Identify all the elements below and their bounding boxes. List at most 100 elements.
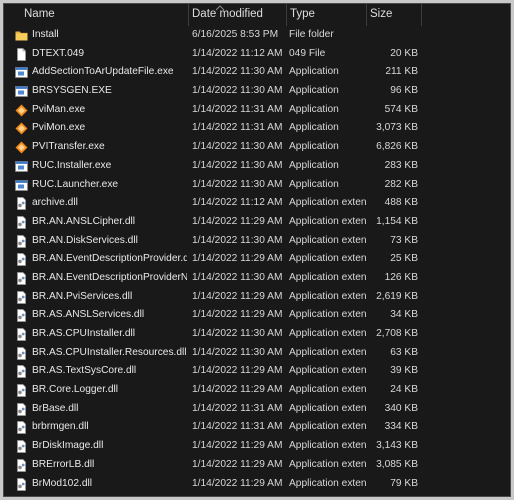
file-row[interactable]: DTEXT.049 1/14/2022 11:12 AM 049 File 20 KB [4,45,510,64]
file-name: BR.AN.ANSLCipher.dll [32,215,136,227]
file-row[interactable]: BR.AS.ANSLServices.dll 1/14/2022 11:29 AM… [4,306,510,325]
file-type: Application extens... [289,215,367,227]
file-type: Application [289,85,339,97]
file-name: brbrmgen.dll [32,421,89,433]
file-name: AddSectionToArUpdateFile.exe [32,66,174,78]
column-header-date[interactable]: Date modified [192,4,287,26]
file-type: Application [289,141,339,153]
file-date: 1/14/2022 11:29 AM [192,384,283,396]
file-name: BR.AN.DiskServices.dll [32,234,138,246]
file-type: Application extens... [289,458,367,470]
file-size: 334 KB [384,421,418,433]
file-row[interactable]: RUC.Launcher.exe 1/14/2022 11:30 AM Applic… [4,176,510,195]
file-name: BR.AN.PviServices.dll [32,290,133,302]
column-header-type[interactable]: Type [290,4,366,26]
file-row[interactable]: BRErrorLB.dll 1/14/2022 11:29 AM Applicati… [4,456,510,475]
file-name: BR.AS.TextSysCore.dll [32,365,137,377]
file-row[interactable]: BrBase.dll 1/14/2022 11:31 AM Application … [4,400,510,419]
file-size: 3,143 KB [376,440,418,452]
dll-icon [15,253,28,267]
file-size: 211 KB [385,66,418,78]
file-type: Application extens... [289,253,367,265]
file-size: 2,708 KB [376,328,418,339]
pvi-icon [15,104,28,117]
file-row[interactable]: BR.AS.CPUInstaller.dll 1/14/2022 11:30 AM… [4,325,510,344]
file-size: 6,826 KB [376,141,418,153]
file-row[interactable]: BR.AN.PviServices.dll 1/14/2022 11:29 AM A… [4,288,510,307]
file-date: 1/14/2022 11:29 AM [192,440,283,452]
file-type: 049 File [289,47,326,59]
column-divider[interactable] [366,4,367,26]
file-type: Application [289,66,339,78]
file-row[interactable]: BR.AS.TextSysCore.dll 1/14/2022 11:29 AM A… [4,362,510,381]
file-name: PviMan.exe [32,103,86,115]
file-type: File folder [289,29,334,40]
file-row[interactable]: RUC.Installer.exe 1/14/2022 11:30 AM Appli… [4,157,510,176]
file-row[interactable]: BR.Core.Logger.dll 1/14/2022 11:29 AM Appl… [4,381,510,400]
dll-icon [15,365,28,379]
file-type: Application extens... [289,384,367,396]
file-size: 24 KB [390,384,418,396]
file-type: Application extens... [289,440,367,452]
file-size: 3,073 KB [376,122,418,134]
file-row[interactable]: BR.AS.CPUInstaller.Resources.dll 1/14/202… [4,344,510,363]
file-size: 126 KB [384,271,418,283]
column-divider[interactable] [286,4,287,26]
file-date: 1/14/2022 11:29 AM [192,309,283,321]
dll-icon [15,346,28,360]
file-date: 1/14/2022 11:29 AM [192,458,283,470]
file-date: 1/14/2022 11:29 AM [192,290,283,302]
file-row[interactable]: AddSectionToArUpdateFile.exe 1/14/2022 11… [4,63,510,82]
file-row[interactable]: BR.AN.ANSLCipher.dll 1/14/2022 11:29 AM Ap… [4,213,510,232]
file-type: Application extens... [289,234,367,246]
file-date: 1/14/2022 11:31 AM [192,421,283,433]
file-row[interactable]: BR.AN.EventDescriptionProvider.dll 1/14/2… [4,250,510,269]
file-size: 79 KB [390,477,418,489]
file-row[interactable]: BR.AN.EventDescriptionProviderNet.dll 1/1… [4,269,510,288]
dll-icon [15,421,28,435]
file-name: DTEXT.049 [32,47,85,59]
dll-icon [15,384,28,397]
file-date: 1/14/2022 11:30 AM [192,328,283,339]
dll-icon [15,328,28,341]
file-row[interactable]: BR.AN.DiskServices.dll 1/14/2022 11:30 AM… [4,232,510,251]
file-type: Application [289,122,339,134]
dll-icon [15,309,28,323]
dll-icon [15,234,28,248]
file-row[interactable]: BrMod102.dll 1/14/2022 11:29 AM Applicatio… [4,475,510,494]
column-header-bar: Name Date modified Type Size [4,4,510,26]
file-date: 1/14/2022 11:30 AM [192,85,283,97]
file-row[interactable]: BrDiskImage.dll 1/14/2022 11:29 AM Applica… [4,437,510,456]
dll-icon [15,197,28,211]
file-type: Application [289,178,339,190]
file-row[interactable]: PviMon.exe 1/14/2022 11:31 AM Application 3… [4,119,510,138]
file-size: 283 KB [384,159,418,171]
column-header-name[interactable]: Name [24,4,187,26]
file-name: BR.AS.CPUInstaller.Resources.dll [32,346,187,358]
dll-icon [15,290,28,304]
file-date: 1/14/2022 11:30 AM [192,271,283,283]
file-date: 6/16/2025 8:53 PM [192,29,279,40]
file-type: Application [289,103,339,115]
file-row[interactable]: brbrmgen.dll 1/14/2022 11:31 AM Applicatio… [4,418,510,437]
file-row[interactable]: archive.dll 1/14/2022 11:12 AM Application… [4,194,510,213]
column-header-size[interactable]: Size [370,4,420,26]
column-divider[interactable] [421,4,422,26]
file-name: BRErrorLB.dll [32,458,95,470]
file-name: PviMon.exe [32,122,86,134]
file-date: 1/14/2022 11:30 AM [192,66,283,78]
file-date: 1/14/2022 11:30 AM [192,141,283,153]
file-row[interactable]: BRSYSGEN.EXE 1/14/2022 11:30 AM Applicatio… [4,82,510,101]
file-size: 3,085 KB [376,458,418,470]
app-icon [15,179,28,192]
file-row[interactable]: PVITransfer.exe 1/14/2022 11:30 AM Applica… [4,138,510,157]
file-date: 1/14/2022 11:30 AM [192,346,283,358]
file-size: 574 KB [384,103,418,115]
file-row[interactable]: Install 6/16/2025 8:53 PM File folder [4,26,510,45]
column-divider[interactable] [188,4,189,26]
file-name: Install [32,29,59,40]
file-row[interactable]: PviMan.exe 1/14/2022 11:31 AM Application 5… [4,101,510,120]
file-type: Application extens... [289,309,367,321]
app-icon [15,160,28,173]
file-name: PVITransfer.exe [32,141,105,153]
